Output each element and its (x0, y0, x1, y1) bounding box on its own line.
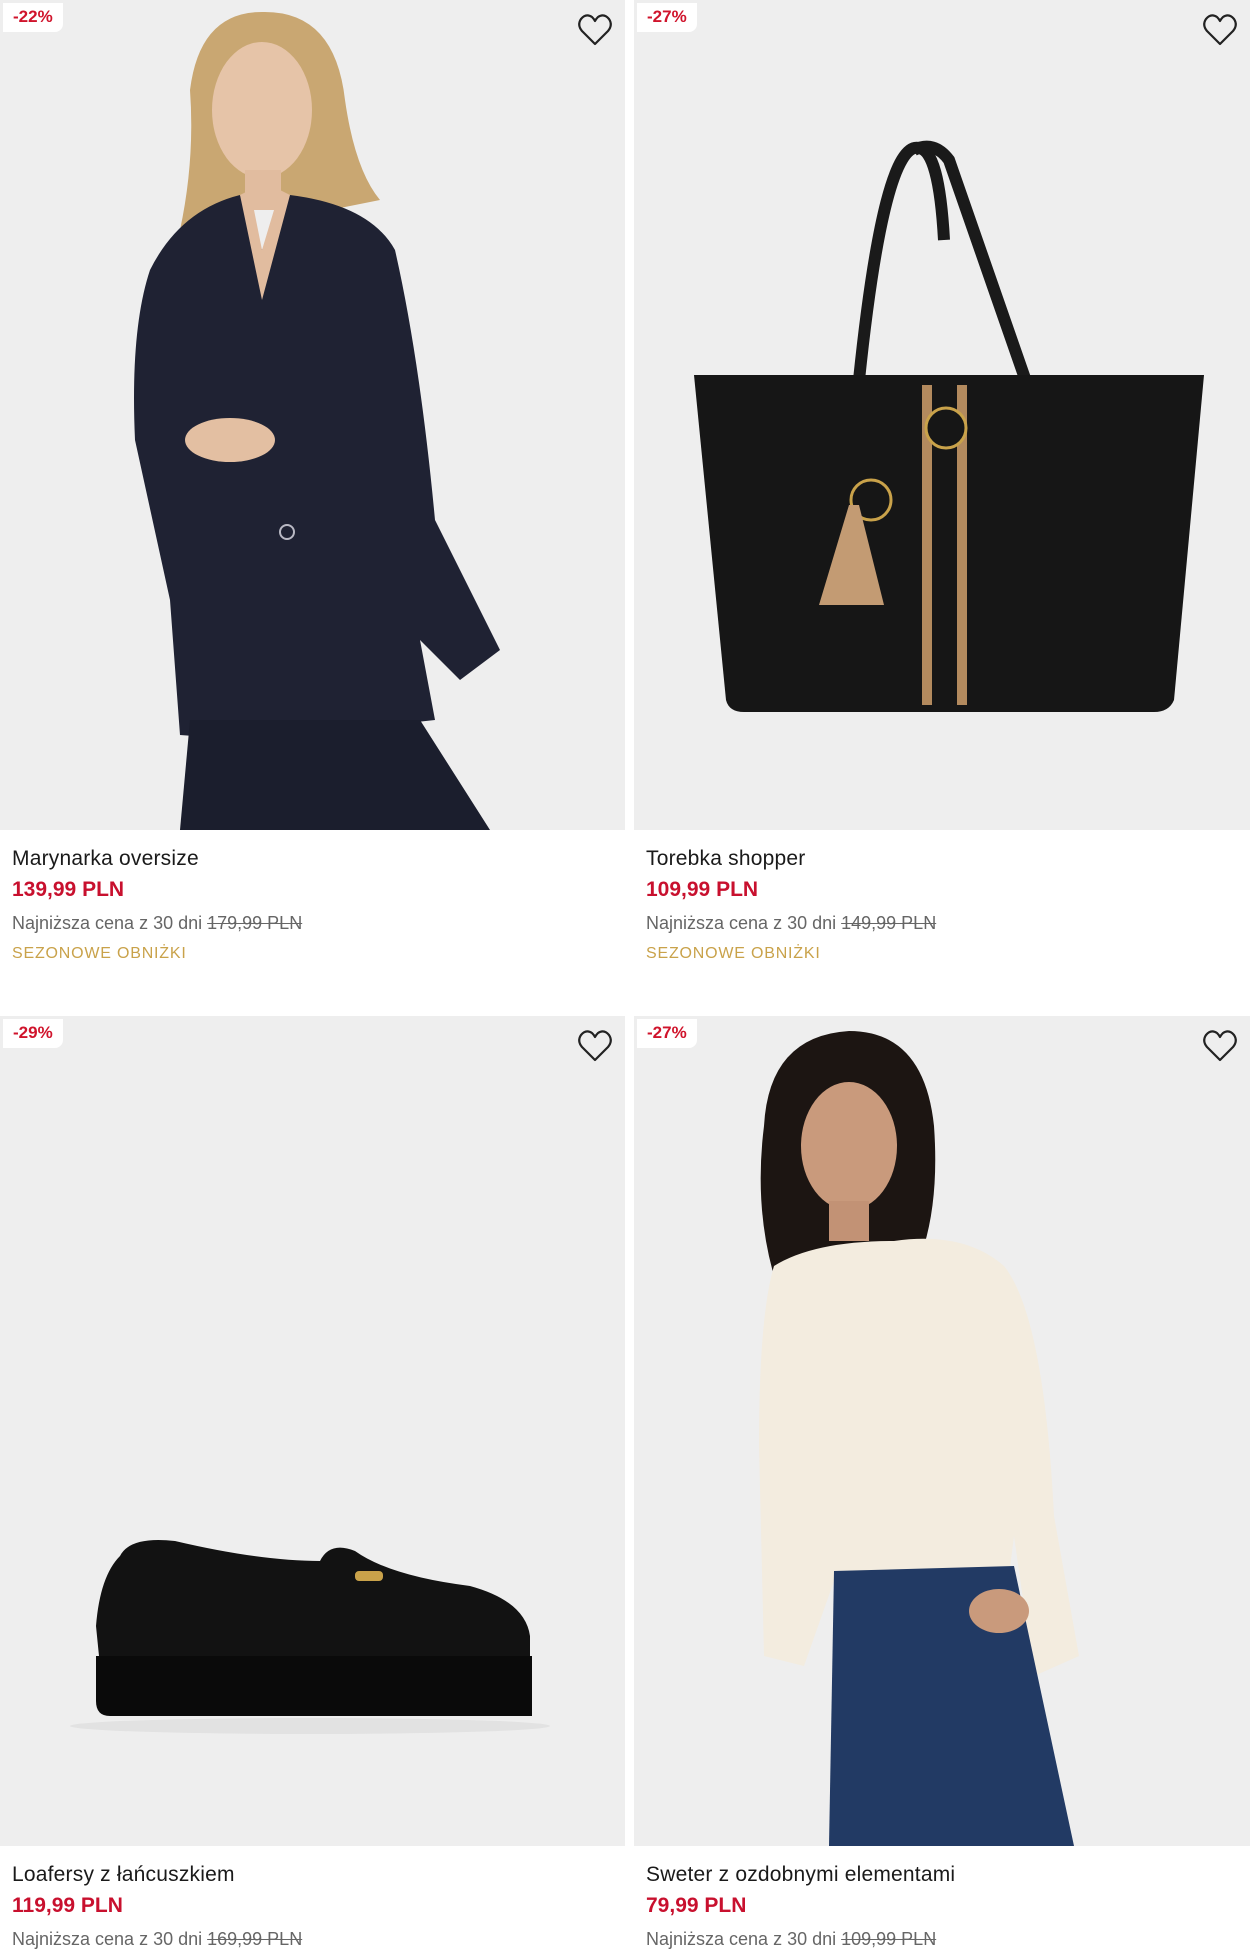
discount-badge: -27% (637, 3, 697, 32)
wishlist-button[interactable] (1200, 1026, 1240, 1066)
product-image[interactable]: -27% (634, 1016, 1250, 1846)
product-image[interactable]: -22% (0, 0, 625, 830)
old-price: 109,99 PLN (841, 1929, 937, 1949)
product-image[interactable]: -29% (0, 1016, 625, 1846)
heart-outline-icon (578, 1030, 612, 1062)
heart-outline-icon (1203, 14, 1237, 46)
lowest-price-note: Najniższa cena z 30 dni 149,99 PLN (646, 906, 1250, 940)
product-name[interactable]: Loafersy z łańcuszkiem (12, 1860, 625, 1890)
heart-outline-icon (1203, 1030, 1237, 1062)
product-price: 119,99 PLN (12, 1894, 123, 1917)
discount-badge: -22% (3, 3, 63, 32)
lowest-price-note: Najniższa cena z 30 dni 169,99 PLN (12, 1922, 625, 1956)
woman-cream-sweater-photo (634, 1016, 1250, 1846)
lowest-price-label: Najniższa cena z 30 dni (12, 1929, 203, 1949)
discount-badge: -29% (3, 1019, 63, 1048)
lowest-price-label: Najniższa cena z 30 dni (646, 1929, 837, 1949)
wishlist-button[interactable] (1200, 10, 1240, 50)
wishlist-button[interactable] (575, 10, 615, 50)
product-price: 79,99 PLN (646, 1894, 747, 1917)
discount-badge: -27% (637, 1019, 697, 1048)
product-card[interactable]: -22% Marynarka oversize 139,99 PLN Najni… (0, 0, 625, 968)
wishlist-button[interactable] (575, 1026, 615, 1066)
promo-label: SEZONOWE OBNIŻKI (12, 945, 187, 962)
old-price: 149,99 PLN (841, 913, 937, 933)
product-price: 139,99 PLN (12, 878, 125, 901)
old-price: 179,99 PLN (207, 913, 303, 933)
old-price: 169,99 PLN (207, 1929, 303, 1949)
product-name[interactable]: Torebka shopper (646, 844, 1250, 874)
product-info: Torebka shopper 109,99 PLN Najniższa cen… (634, 830, 1250, 968)
product-grid: -22% Marynarka oversize 139,99 PLN Najni… (0, 0, 1250, 1960)
heart-outline-icon (578, 14, 612, 46)
lowest-price-label: Najniższa cena z 30 dni (646, 913, 837, 933)
product-info: Loafersy z łańcuszkiem 119,99 PLN Najniż… (0, 1846, 625, 1956)
black-loafer-photo (0, 1016, 625, 1846)
product-info: Sweter z ozdobnymi elementami 79,99 PLN … (634, 1846, 1250, 1956)
promo-label: SEZONOWE OBNIŻKI (646, 945, 821, 962)
product-price: 109,99 PLN (646, 878, 759, 901)
product-card[interactable]: -29% Loafersy z łańcuszkiem 119,99 PLN N… (0, 1016, 625, 1956)
product-info: Marynarka oversize 139,99 PLN Najniższa … (0, 830, 625, 968)
product-card[interactable]: -27% Sweter z ozdobnymi elementami 79,99… (634, 1016, 1250, 1956)
product-name[interactable]: Marynarka oversize (12, 844, 625, 874)
lowest-price-label: Najniższa cena z 30 dni (12, 913, 203, 933)
product-card[interactable]: -27% Torebka shopper 109,99 PLN Najniższ… (634, 0, 1250, 968)
black-shopper-bag-photo (634, 0, 1250, 830)
woman-pinstripe-blazer-photo (0, 0, 625, 830)
lowest-price-note: Najniższa cena z 30 dni 179,99 PLN (12, 906, 625, 940)
product-name[interactable]: Sweter z ozdobnymi elementami (646, 1860, 1250, 1890)
lowest-price-note: Najniższa cena z 30 dni 109,99 PLN (646, 1922, 1250, 1956)
product-image[interactable]: -27% (634, 0, 1250, 830)
